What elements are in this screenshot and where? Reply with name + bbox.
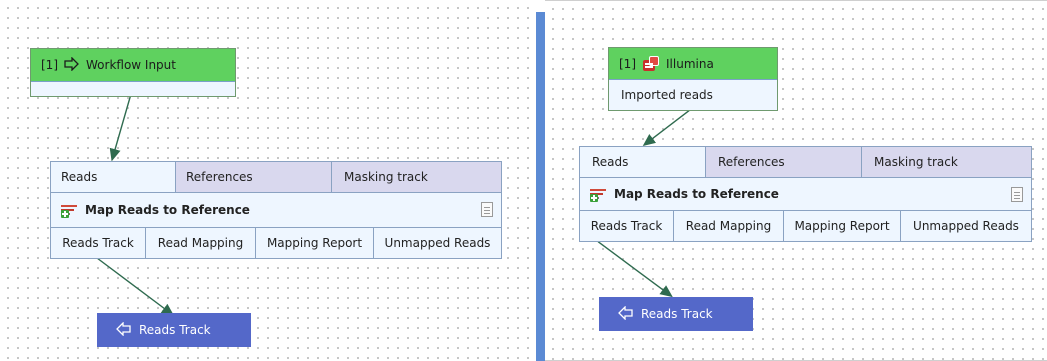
input-port-masking-track[interactable]: Masking track: [332, 162, 501, 192]
arrow-left-outline-icon: [617, 304, 633, 323]
tool-title-bar[interactable]: Map Reads to Reference: [580, 177, 1031, 211]
right-workflow-canvas[interactable]: [1] Illumina Imported reads Reads Refere…: [545, 0, 1047, 361]
illumina-icon: [642, 55, 660, 73]
input-port-reads[interactable]: Reads: [580, 147, 706, 177]
arrow-right-outline-icon: [64, 55, 80, 74]
imported-reads-output-port[interactable]: Imported reads: [609, 79, 777, 110]
output-port-read-mapping[interactable]: Read Mapping: [674, 211, 784, 241]
workflow-input-title: Workflow Input: [86, 58, 176, 72]
input-port-label: Reads: [592, 155, 629, 169]
map-reads-tool-node[interactable]: Reads References Masking track Map Reads…: [579, 146, 1032, 242]
workflow-input-output-port[interactable]: [31, 81, 235, 96]
illumina-input-title: Illumina: [666, 56, 714, 71]
map-reads-tool-node[interactable]: Reads References Masking track Map Reads…: [50, 161, 502, 259]
left-workflow-canvas[interactable]: [1] Workflow Input Reads References Mask…: [0, 0, 536, 361]
output-port-label: Mapping Report: [794, 219, 890, 233]
input-port-reads[interactable]: Reads: [51, 162, 176, 192]
document-icon[interactable]: [481, 202, 493, 217]
output-port-mapping-report[interactable]: Mapping Report: [784, 211, 901, 241]
input-port-label: Masking track: [344, 170, 428, 184]
output-port-label: Reads Track: [62, 236, 134, 250]
output-port-reads-track[interactable]: Reads Track: [51, 228, 146, 258]
output-port-label: Unmapped Reads: [913, 219, 1019, 233]
map-reads-icon: [61, 203, 79, 218]
illumina-input-header[interactable]: [1] Illumina: [609, 48, 777, 79]
output-port-unmapped-reads[interactable]: Unmapped Reads: [901, 211, 1031, 241]
tool-input-ports: Reads References Masking track: [580, 147, 1031, 177]
output-port-label: Read Mapping: [157, 236, 244, 250]
input-port-label: Masking track: [874, 155, 958, 169]
input-port-references[interactable]: References: [706, 147, 862, 177]
input-port-label: References: [718, 155, 785, 169]
output-port-label: Read Mapping: [685, 219, 772, 233]
arrow-left-outline-icon: [115, 320, 131, 339]
output-port-read-mapping[interactable]: Read Mapping: [146, 228, 256, 258]
tool-output-ports: Reads Track Read Mapping Mapping Report …: [580, 211, 1031, 241]
illumina-to-reads-connection: [642, 108, 692, 147]
reads-track-to-output-connection: [96, 257, 175, 316]
workflow-output-title: Reads Track: [139, 323, 211, 337]
tool-output-ports: Reads Track Read Mapping Mapping Report …: [51, 228, 501, 258]
panel-divider: [536, 12, 545, 361]
output-port-label: Unmapped Reads: [384, 236, 491, 250]
output-port-unmapped-reads[interactable]: Unmapped Reads: [374, 228, 501, 258]
tool-title-bar[interactable]: Map Reads to Reference: [51, 192, 501, 228]
output-port-label: Mapping Report: [266, 236, 363, 250]
tool-input-ports: Reads References Masking track: [51, 162, 501, 192]
node-index: [1]: [619, 56, 636, 71]
tool-title: Map Reads to Reference: [614, 187, 779, 201]
map-reads-icon: [590, 187, 608, 202]
workflow-input-node[interactable]: [1] Workflow Input: [30, 48, 236, 97]
illumina-input-node[interactable]: [1] Illumina Imported reads: [608, 47, 778, 111]
reads-track-to-output-connection: [597, 241, 673, 298]
input-port-references[interactable]: References: [176, 162, 332, 192]
node-index: [1]: [41, 58, 58, 72]
output-port-label: Reads Track: [590, 219, 663, 233]
output-port-label: Imported reads: [621, 88, 713, 102]
workflow-input-header[interactable]: [1] Workflow Input: [31, 49, 235, 81]
tool-title: Map Reads to Reference: [85, 203, 250, 217]
workflow-output-node[interactable]: Reads Track: [97, 313, 251, 347]
input-to-reads-connection: [109, 93, 132, 162]
workflow-output-node[interactable]: Reads Track: [599, 297, 753, 331]
output-port-reads-track[interactable]: Reads Track: [580, 211, 674, 241]
input-port-label: References: [186, 170, 253, 184]
document-icon[interactable]: [1011, 187, 1023, 202]
input-port-label: Reads: [61, 170, 98, 184]
input-port-masking-track[interactable]: Masking track: [862, 147, 1031, 177]
workflow-output-title: Reads Track: [641, 307, 713, 321]
output-port-mapping-report[interactable]: Mapping Report: [256, 228, 374, 258]
